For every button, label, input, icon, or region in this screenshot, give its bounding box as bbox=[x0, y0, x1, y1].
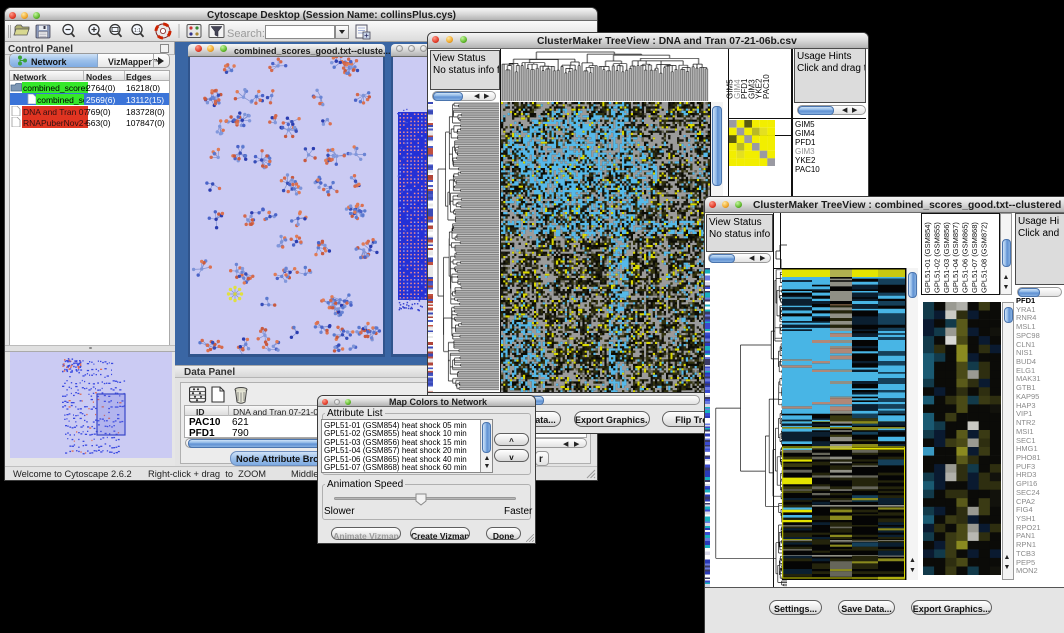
svg-text:GPL51-06 (GSM865): GPL51-06 (GSM865) bbox=[961, 222, 970, 293]
svg-text:GPL51-08 (GSM872): GPL51-08 (GSM872) bbox=[979, 222, 988, 293]
svg-text:PAC10: PAC10 bbox=[762, 74, 771, 99]
svg-text:GPL51-04 (GSM857): GPL51-04 (GSM857) bbox=[951, 222, 960, 293]
svg-text:GPL51-03 (GSM856): GPL51-03 (GSM856) bbox=[942, 222, 951, 293]
svg-text:GPL51-07 (GSM868): GPL51-07 (GSM868) bbox=[970, 222, 979, 293]
svg-text:1:1: 1:1 bbox=[134, 28, 141, 34]
svg-text:GPL51-02 (GSM855): GPL51-02 (GSM855) bbox=[932, 222, 941, 293]
svg-text:GPL51-01 (GSM854): GPL51-01 (GSM854) bbox=[923, 222, 932, 293]
